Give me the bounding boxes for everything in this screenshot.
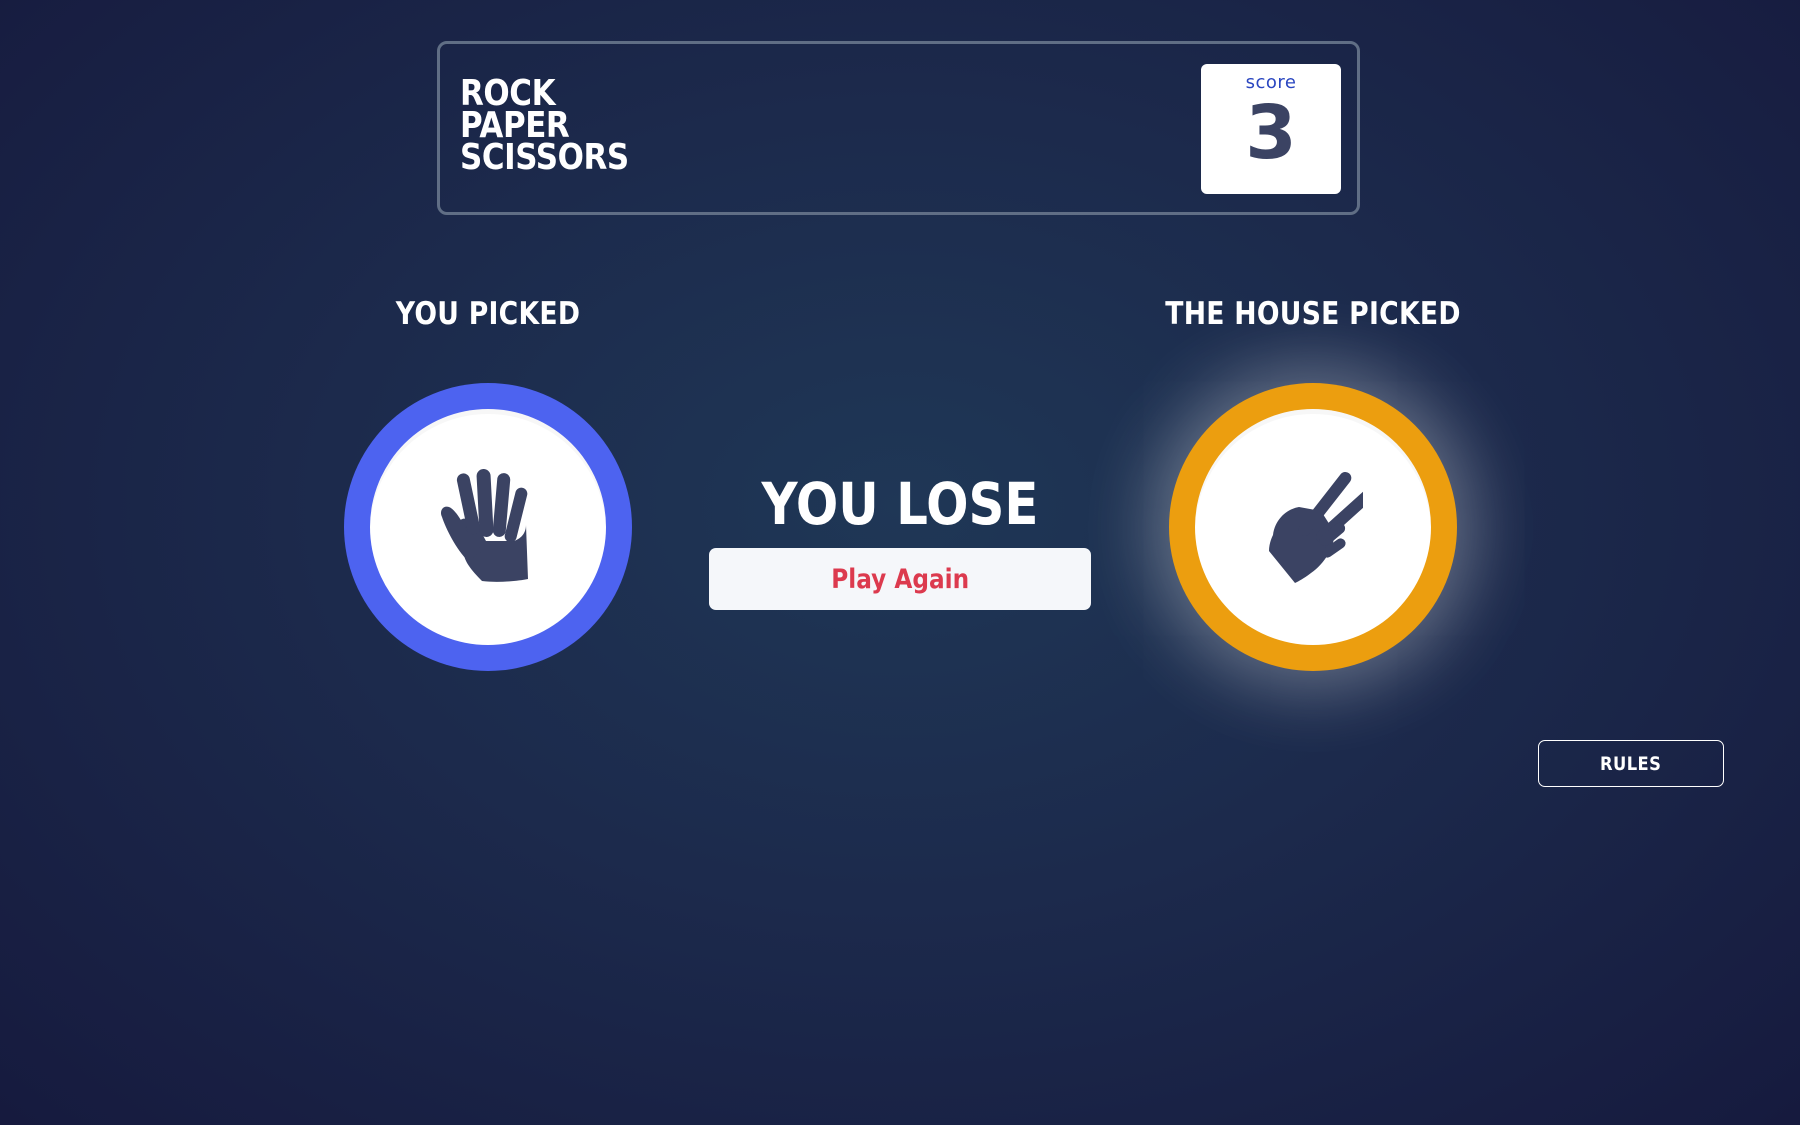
rules-label: RULES [1600, 752, 1662, 775]
score-value: 3 [1245, 90, 1297, 176]
user-picked-label: YOU PICKED [395, 296, 581, 332]
house-pick-token-face [1195, 409, 1431, 645]
game-title: ROCK PAPER SCISSORS [460, 76, 656, 178]
result-text: YOU LOSE [761, 470, 1039, 538]
play-again-button[interactable]: Play Again [709, 548, 1091, 610]
user-pick-token-paper [344, 383, 632, 671]
title-line-scissors: SCISSORS [460, 137, 629, 178]
house-picked-label: THE HOUSE PICKED [1165, 296, 1461, 332]
scissors-hand-icon [1269, 471, 1363, 583]
score-box: score 3 [1201, 64, 1341, 194]
paper-hand-icon [440, 469, 528, 582]
house-pick-token-scissors [1169, 383, 1457, 671]
play-again-label: Play Again [831, 563, 969, 595]
rules-button[interactable]: RULES [1538, 740, 1724, 787]
user-pick-token-face [370, 409, 606, 645]
scoreboard-header: ROCK PAPER SCISSORS score 3 [437, 41, 1360, 215]
